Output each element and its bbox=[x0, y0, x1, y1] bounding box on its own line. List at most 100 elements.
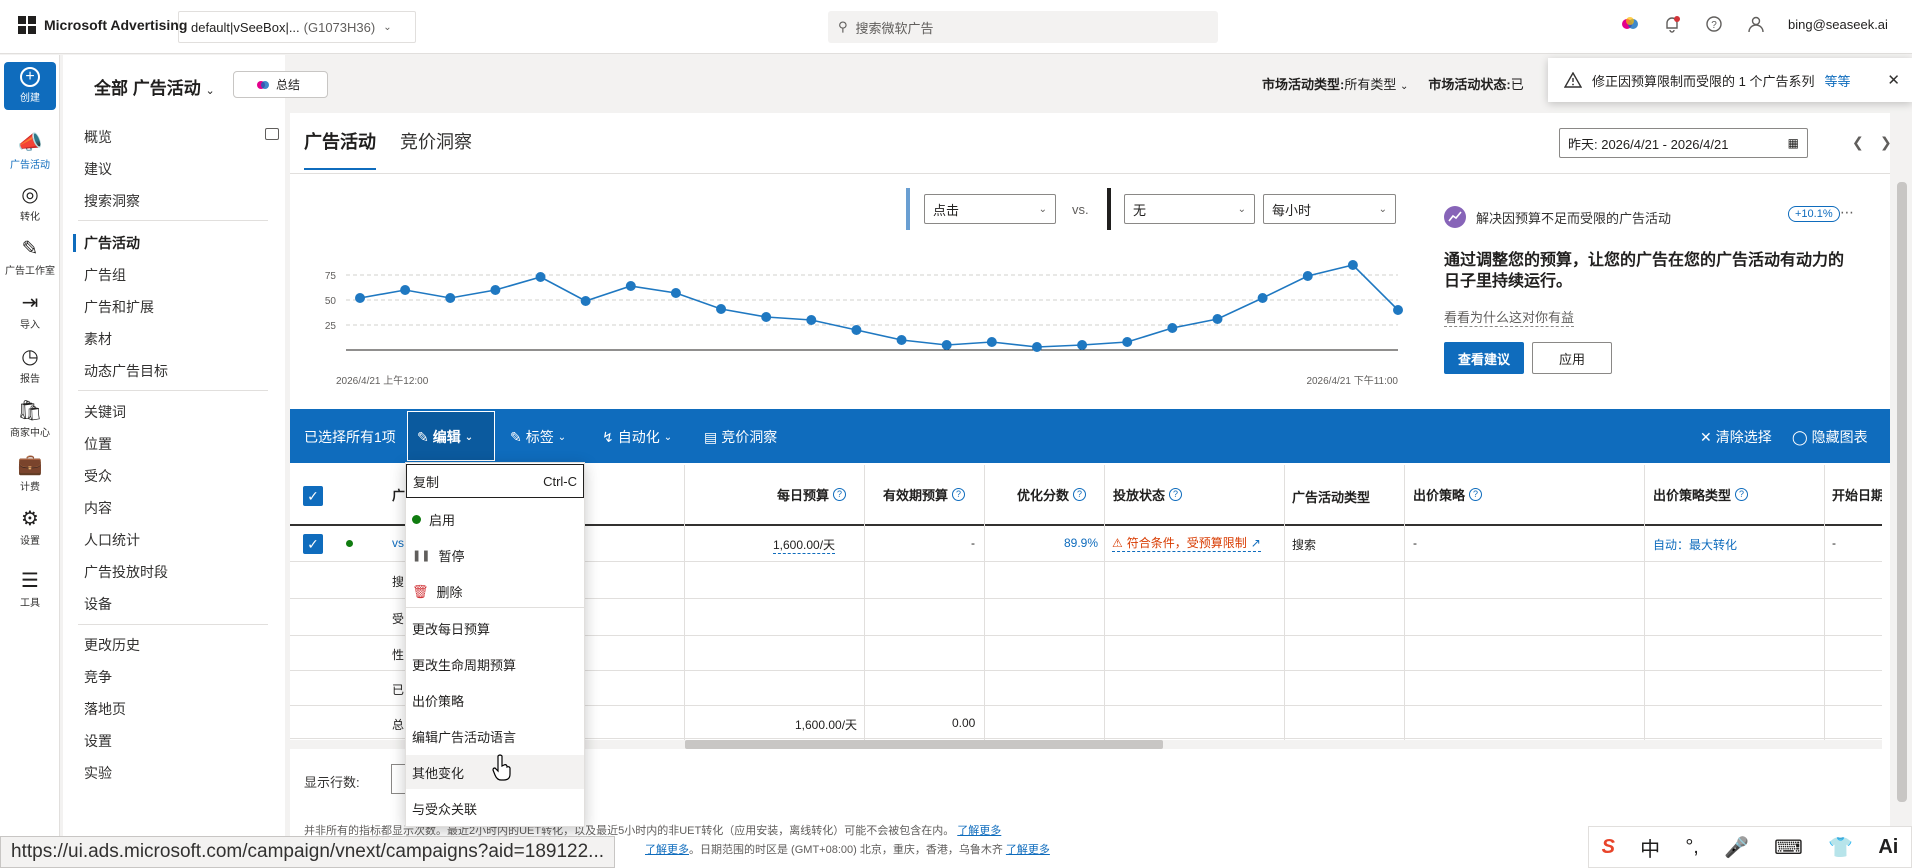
menu-item-edit-language[interactable]: 编辑广告活动语言 bbox=[412, 727, 516, 746]
search-input[interactable]: 搜索微软广告 bbox=[856, 18, 934, 37]
create-button[interactable]: + 创建 bbox=[4, 62, 56, 110]
menu-item-associate-audience[interactable]: 与受众关联 bbox=[412, 799, 477, 818]
nav-item-ads-extensions[interactable]: 广告和扩展 bbox=[84, 297, 154, 317]
delivery-status-cell[interactable]: ⚠ 符合条件，受预算限制 ↗ bbox=[1112, 534, 1261, 552]
nav-item-demographics[interactable]: 人口统计 bbox=[84, 530, 140, 550]
help-icon[interactable]: ? bbox=[1169, 488, 1183, 501]
nav-item-keywords[interactable]: 关键词 bbox=[84, 402, 126, 422]
campaign-scope-selector[interactable]: 全部 广告活动 ⌄ bbox=[94, 74, 215, 99]
granularity-select[interactable]: 每小时 ⌄ bbox=[1263, 194, 1396, 224]
col-header-opt-score[interactable]: 优化分数? bbox=[1017, 485, 1087, 504]
more-icon[interactable]: ⋯ bbox=[1840, 204, 1854, 221]
apply-button[interactable]: 应用 bbox=[1532, 342, 1612, 374]
nav-item-ad-schedule[interactable]: 广告投放时段 bbox=[84, 562, 168, 582]
notification-bell-icon[interactable] bbox=[1662, 14, 1682, 34]
help-icon[interactable]: ? bbox=[1469, 488, 1483, 501]
nav-item-recommendations[interactable]: 建议 bbox=[84, 159, 112, 179]
rail-item-conversions[interactable]: ◎ 转化 bbox=[0, 182, 60, 223]
chevron-right-icon[interactable]: ❯ bbox=[1880, 134, 1892, 151]
summary-button[interactable]: 总结 bbox=[233, 71, 328, 98]
rail-item-import[interactable]: ⇥ 导入 bbox=[0, 290, 60, 331]
toast-link[interactable]: 等等 bbox=[1824, 71, 1850, 90]
skin-icon[interactable]: 👕 bbox=[1828, 835, 1853, 860]
edit-button[interactable]: ✎ 编辑 ⌄ bbox=[417, 427, 473, 447]
hide-chart-button[interactable]: ◯ 隐藏图表 bbox=[1792, 427, 1868, 447]
nav-item-campaigns[interactable]: 广告活动 bbox=[84, 233, 140, 253]
nav-item-dynamic-targets[interactable]: 动态广告目标 bbox=[84, 361, 168, 381]
col-header-lifetime-budget[interactable]: 有效期预算? bbox=[883, 485, 966, 504]
help-icon[interactable]: ? bbox=[1735, 488, 1749, 501]
date-range-picker[interactable]: 昨天: 2026/4/21 - 2026/4/21 ▦ bbox=[1559, 128, 1808, 158]
col-header-bid-strategy[interactable]: 出价策略? bbox=[1413, 485, 1483, 504]
nav-item-assets[interactable]: 素材 bbox=[84, 329, 112, 349]
rail-item-tools[interactable]: ☰ 工具 bbox=[0, 568, 60, 609]
menu-item-copy[interactable]: 复制 Ctrl-C bbox=[406, 464, 584, 498]
close-icon[interactable]: ✕ bbox=[1887, 71, 1900, 89]
row-checkbox[interactable]: ✓ bbox=[303, 534, 323, 554]
rail-item-reports[interactable]: ◷ 报告 bbox=[0, 344, 60, 385]
menu-item-other-changes[interactable]: 其他变化 bbox=[412, 763, 464, 782]
vertical-scrollbar[interactable] bbox=[1897, 182, 1907, 802]
automate-button[interactable]: ↯ 自动化 ⌄ bbox=[602, 427, 672, 447]
col-header-delivery-status[interactable]: 投放状态? bbox=[1113, 485, 1183, 504]
brand-logo[interactable]: Microsoft Advertising bbox=[18, 16, 187, 34]
campaign-type-filter[interactable]: 市场活动类型:所有类型 ⌄ bbox=[1262, 74, 1408, 93]
menu-item-change-daily-budget[interactable]: 更改每日预算 bbox=[412, 619, 490, 638]
search-box[interactable]: ⚲ 搜索微软广告 bbox=[828, 11, 1218, 43]
learn-more-link[interactable]: 了解更多 bbox=[645, 844, 689, 856]
col-header-name[interactable]: 广 bbox=[392, 485, 405, 504]
collapse-nav-icon[interactable] bbox=[265, 128, 279, 140]
col-header-daily-budget[interactable]: 每日预算? bbox=[777, 485, 847, 504]
nav-item-search-insights[interactable]: 搜索洞察 bbox=[84, 191, 140, 211]
help-icon[interactable]: ? bbox=[833, 488, 847, 501]
user-avatar-icon[interactable] bbox=[1746, 14, 1766, 34]
chinese-mode-icon[interactable]: 中 bbox=[1640, 833, 1660, 862]
campaign-status-filter[interactable]: 市场活动状态:已 bbox=[1428, 74, 1523, 93]
rail-item-merchant[interactable]: 🛍 商家中心 bbox=[0, 398, 60, 439]
microphone-icon[interactable]: 🎤 bbox=[1724, 835, 1749, 860]
learn-more-link[interactable]: 了解更多 bbox=[957, 825, 1001, 837]
nav-item-locations[interactable]: 位置 bbox=[84, 434, 112, 454]
menu-item-pause[interactable]: ❚❚ 暂停 bbox=[412, 546, 464, 565]
nav-item-change-history[interactable]: 更改历史 bbox=[84, 635, 140, 655]
rail-item-billing[interactable]: 💼 计费 bbox=[0, 452, 60, 493]
select-all-checkbox[interactable]: ✓ bbox=[303, 486, 323, 506]
menu-item-change-lifetime-budget[interactable]: 更改生命周期预算 bbox=[412, 655, 516, 674]
account-selector[interactable]: default|vSeeBox|... (G1073H36) ⌄ bbox=[178, 11, 416, 43]
clear-selection-button[interactable]: ✕ 清除选择 bbox=[1700, 427, 1772, 447]
opt-score-cell[interactable]: 89.9% bbox=[1064, 536, 1098, 550]
help-icon[interactable]: ? bbox=[1704, 14, 1724, 34]
menu-item-enable[interactable]: 启用 bbox=[412, 510, 455, 529]
view-recommendation-button[interactable]: 查看建议 bbox=[1444, 342, 1524, 374]
metric1-select[interactable]: 点击 ⌄ bbox=[924, 194, 1056, 224]
ai-icon[interactable]: Ai bbox=[1878, 836, 1898, 859]
tab-auction-insights[interactable]: 竞价洞察 bbox=[400, 128, 472, 170]
horizontal-scrollbar[interactable] bbox=[685, 740, 1163, 749]
rail-item-ad-studio[interactable]: ✎ 广告工作室 bbox=[0, 236, 60, 277]
metric2-select[interactable]: 无 ⌄ bbox=[1124, 194, 1255, 224]
daily-budget-cell[interactable]: 1,600.00/天 bbox=[773, 536, 836, 554]
col-header-start-date[interactable]: 开始日期 bbox=[1832, 485, 1882, 504]
rail-item-campaigns[interactable]: 📣 广告活动 bbox=[0, 130, 60, 171]
nav-item-landing-pages[interactable]: 落地页 bbox=[84, 699, 126, 719]
insight-link[interactable]: 看看为什么这对你有益 bbox=[1444, 307, 1575, 327]
col-header-campaign-type[interactable]: 广告活动类型 bbox=[1292, 487, 1370, 506]
tab-campaigns[interactable]: 广告活动 bbox=[304, 128, 376, 170]
nav-item-competition[interactable]: 竞争 bbox=[84, 667, 112, 687]
punctuation-icon[interactable]: °, bbox=[1685, 836, 1699, 859]
learn-more-link[interactable]: 了解更多 bbox=[1006, 844, 1050, 856]
nav-item-ad-groups[interactable]: 广告组 bbox=[84, 265, 126, 285]
labels-button[interactable]: ✎ 标签 ⌄ bbox=[510, 427, 566, 447]
campaign-name-link[interactable]: vs bbox=[392, 536, 404, 550]
nav-item-audiences[interactable]: 受众 bbox=[84, 466, 112, 486]
nav-item-settings[interactable]: 设置 bbox=[84, 731, 112, 751]
copilot-icon[interactable] bbox=[1620, 14, 1640, 34]
auction-insights-button[interactable]: ▤ 竞价洞察 bbox=[704, 427, 777, 447]
help-icon[interactable]: ? bbox=[952, 488, 966, 501]
nav-item-experiments[interactable]: 实验 bbox=[84, 763, 112, 783]
menu-item-delete[interactable]: 🗑 删除 bbox=[412, 582, 463, 601]
user-email[interactable]: bing@seaseek.ai bbox=[1788, 17, 1888, 32]
col-header-bid-strategy-type[interactable]: 出价策略类型? bbox=[1653, 485, 1749, 504]
bid-strategy-type-cell[interactable]: 自动：最大转化 bbox=[1653, 536, 1737, 553]
nav-item-content[interactable]: 内容 bbox=[84, 498, 112, 518]
